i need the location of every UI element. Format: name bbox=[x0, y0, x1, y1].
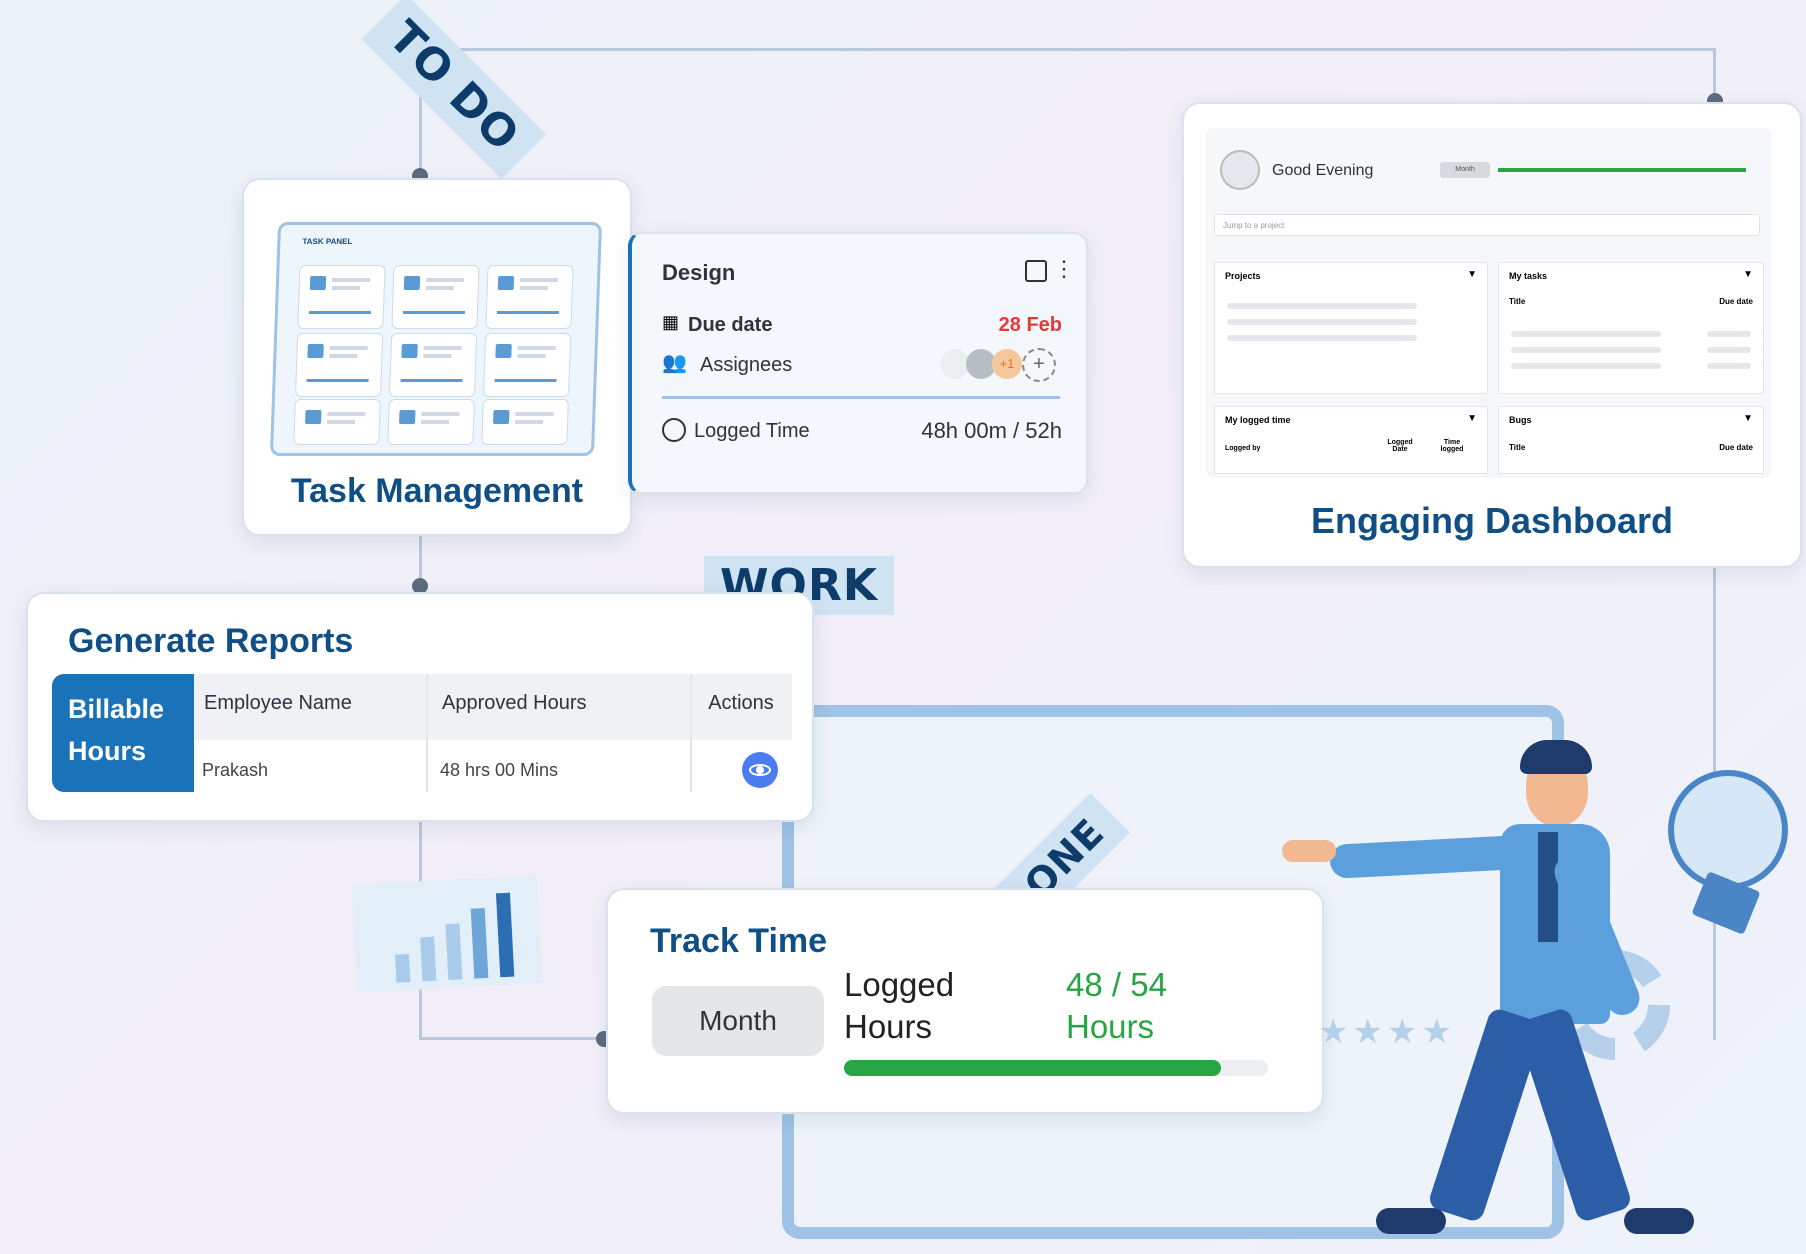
column-header: Logged Date bbox=[1387, 439, 1413, 453]
hours-cell: 48 hrs 00 Mins bbox=[440, 760, 559, 780]
column-header: Logged by bbox=[1225, 445, 1261, 452]
column-header: Title bbox=[1509, 297, 1526, 306]
connector-bottom bbox=[419, 1037, 604, 1040]
column-header: Approved Hours bbox=[442, 692, 587, 714]
businessman-illustration bbox=[1280, 740, 1700, 1250]
divider bbox=[662, 396, 1060, 399]
chevron-down-icon[interactable]: ▼ bbox=[1467, 269, 1477, 280]
logged-hours-label: Hours bbox=[844, 1008, 933, 1045]
period-chip[interactable]: Month bbox=[1440, 162, 1490, 178]
due-date-value: 28 Feb bbox=[998, 314, 1062, 336]
task-management-card[interactable]: TASK PANEL Task Management bbox=[242, 178, 632, 536]
calendar-icon: ▦ bbox=[662, 312, 680, 332]
reports-table: Employee Name Approved Hours Actions Pra… bbox=[194, 674, 792, 792]
task-panel-label: TASK PANEL bbox=[302, 237, 353, 246]
reports-title: Generate Reports bbox=[68, 622, 354, 660]
track-time-title: Track Time bbox=[650, 922, 828, 960]
chevron-down-icon[interactable]: ▼ bbox=[1467, 413, 1477, 424]
dashboard-preview: Good Evening Month Jump to a project Pro… bbox=[1206, 128, 1772, 478]
chart-icon bbox=[351, 875, 543, 993]
projects-widget[interactable]: Projects ▼ bbox=[1214, 262, 1488, 394]
my-tasks-widget-title: My tasks bbox=[1509, 271, 1548, 281]
column-header: Time logged bbox=[1440, 439, 1464, 453]
project-search-input[interactable]: Jump to a project bbox=[1214, 214, 1760, 236]
billable-hours-tab[interactable]: Billable Hours bbox=[52, 674, 194, 792]
billable-label: Billable bbox=[68, 694, 165, 724]
column-header: Employee Name bbox=[204, 692, 352, 714]
checkbox-icon[interactable] bbox=[1025, 260, 1047, 282]
bugs-widget-title: Bugs bbox=[1509, 415, 1532, 425]
progress-fill bbox=[844, 1060, 1222, 1076]
logged-time-value: 48h 00m / 52h bbox=[921, 418, 1062, 443]
track-time-card[interactable]: Track Time Month Logged Hours 48 / 54 Ho… bbox=[606, 888, 1324, 1114]
users-icon: 👥 bbox=[662, 352, 687, 374]
engaging-dashboard-card[interactable]: Good Evening Month Jump to a project Pro… bbox=[1182, 102, 1802, 568]
bugs-widget[interactable]: Bugs ▼ Title Due date bbox=[1498, 406, 1764, 474]
todo-stamp: TO DO bbox=[361, 0, 546, 179]
dashboard-title: Engaging Dashboard bbox=[1310, 500, 1674, 541]
task-title: Design bbox=[662, 260, 736, 285]
logged-hours-unit: Hours bbox=[1066, 1008, 1155, 1045]
design-task-card[interactable]: Design ⋮ ▦ Due date 28 Feb 👥 Assignees +… bbox=[628, 232, 1088, 494]
column-header: Due date bbox=[1719, 443, 1753, 452]
extra-assignee-count: +1 bbox=[992, 349, 1022, 379]
employee-cell: Prakash bbox=[202, 760, 269, 780]
logged-hours-label: Logged bbox=[844, 966, 955, 1003]
chevron-down-icon[interactable]: ▼ bbox=[1743, 413, 1753, 424]
generate-reports-card[interactable]: Generate Reports Billable Hours Employee… bbox=[26, 592, 814, 822]
logged-time-widget-title: My logged time bbox=[1225, 415, 1291, 425]
column-header: Title bbox=[1509, 443, 1526, 452]
progress-track bbox=[844, 1060, 1268, 1076]
logged-time-widget[interactable]: My logged time ▼ Logged by Logged Date T… bbox=[1214, 406, 1488, 474]
task-management-title: Task Management bbox=[290, 472, 584, 510]
column-header: Actions bbox=[708, 692, 774, 714]
chevron-down-icon[interactable]: ▼ bbox=[1743, 269, 1753, 280]
avatar-icon bbox=[1220, 150, 1260, 190]
projects-widget-title: Projects bbox=[1225, 271, 1261, 281]
add-assignee-icon[interactable]: + bbox=[1022, 348, 1056, 382]
connector-top bbox=[420, 48, 1715, 51]
column-divider bbox=[426, 674, 428, 792]
task-panel-illustration: TASK PANEL bbox=[269, 222, 603, 456]
my-tasks-widget[interactable]: My tasks ▼ Title Due date bbox=[1498, 262, 1764, 394]
hours-label: Hours bbox=[68, 736, 147, 766]
logged-time-label: Logged Time bbox=[694, 420, 810, 442]
assignees-label: Assignees bbox=[700, 354, 793, 376]
kebab-icon[interactable]: ⋮ bbox=[1053, 256, 1075, 282]
greeting: Good Evening bbox=[1272, 162, 1374, 179]
eye-icon[interactable] bbox=[742, 752, 778, 788]
due-date-label: Due date bbox=[688, 314, 773, 336]
logged-hours-value: 48 / 54 bbox=[1066, 966, 1167, 1003]
month-button[interactable]: Month bbox=[652, 986, 824, 1056]
column-header: Due date bbox=[1719, 297, 1753, 306]
clock-icon bbox=[662, 418, 686, 442]
dashboard-progress bbox=[1498, 168, 1746, 172]
